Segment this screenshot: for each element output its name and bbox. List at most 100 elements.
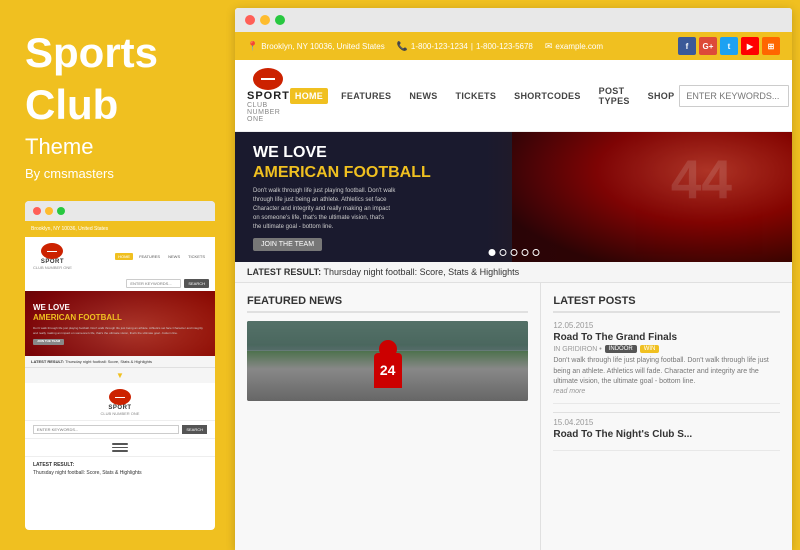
hero-desc: Don't walk through life just playing foo… — [253, 187, 431, 232]
post-1-read-more[interactable]: read more — [553, 388, 780, 395]
site-content: FEATURED NEWS 24 — [235, 283, 792, 550]
mini-topbar-text: Brooklyn, NY 10036, United States — [31, 226, 108, 232]
hamburger-icon[interactable] — [112, 443, 128, 452]
mini-nav-links: HOME FEATURES NEWS TICKETS — [115, 253, 207, 260]
nav-logo: SPORT CLUB NUMBER ONE — [247, 68, 290, 123]
mini-nav-tickets[interactable]: TICKETS — [186, 253, 207, 260]
featured-news-section: FEATURED NEWS 24 — [235, 283, 541, 550]
featured-news-image: 24 — [247, 321, 528, 401]
nav-football-icon — [253, 68, 283, 90]
hero-accent: FOOTBALL — [344, 164, 431, 181]
nav-tickets[interactable]: TICKETS — [451, 88, 502, 104]
post-1-excerpt: Don't walk through life just playing foo… — [553, 356, 780, 388]
post-1-tag-win: WIN — [640, 345, 660, 353]
browser-body: 📍 Brooklyn, NY 10036, United States 📞 1-… — [235, 32, 792, 550]
post-2-title[interactable]: Road To The Night's Club S... — [553, 429, 780, 440]
mini-dropdown-row: ▼ — [25, 368, 215, 383]
topbar-left: 📍 Brooklyn, NY 10036, United States 📞 1-… — [247, 41, 603, 52]
hero-dot-5[interactable] — [532, 249, 539, 256]
googleplus-button[interactable]: G+ — [699, 37, 717, 55]
inner-search-button[interactable]: SEARCH — [182, 425, 207, 434]
nav-logo-sub: CLUB NUMBER ONE — [247, 102, 290, 123]
mini-nav-home[interactable]: HOME — [115, 253, 133, 260]
post-divider — [553, 412, 780, 413]
player-head — [379, 340, 397, 358]
player-body: 24 — [374, 353, 402, 388]
mini-search-row: SEARCH — [25, 276, 215, 291]
main-search-input[interactable] — [679, 85, 789, 107]
phone-icon: 📞 — [397, 41, 408, 52]
hero-player-overlay: 44 — [512, 132, 792, 262]
hamburger-line-1 — [112, 443, 128, 445]
latest-posts-section: LATEST POSTS 12.05.2015 Road To The Gran… — [541, 283, 792, 550]
dropdown-arrow-icon[interactable]: ▼ — [116, 371, 124, 380]
nav-shortcodes[interactable]: SHORTCODES — [509, 88, 586, 104]
latest-result-bar: LATEST RESULT: Thursday night football: … — [235, 262, 792, 283]
hero-player-image: 44 — [512, 132, 792, 262]
hero-dot-4[interactable] — [521, 249, 528, 256]
post-1-tag-indoor: INDOOR — [605, 345, 637, 353]
site-topbar: 📍 Brooklyn, NY 10036, United States 📞 1-… — [235, 32, 792, 60]
mini-logo-sub: CLUB NUMBER ONE — [33, 265, 72, 270]
mini-search-input[interactable] — [126, 279, 181, 288]
email-icon: ✉ — [545, 41, 553, 52]
browser-dot-green — [275, 15, 285, 25]
topbar-email: ✉ example.com — [545, 41, 603, 52]
inner-football-icon — [109, 389, 131, 405]
mini-browser-content: Brooklyn, NY 10036, United States SPORT … — [25, 221, 215, 530]
main-browser: 📍 Brooklyn, NY 10036, United States 📞 1-… — [235, 8, 792, 550]
topbar-social: f G+ t ▶ ⊞ — [678, 37, 780, 55]
site-hero: 44 WE LOVE AMERICAN FOOTBALL Don't walk … — [235, 132, 792, 262]
dot-red-icon — [33, 207, 41, 215]
post-item-1: 12.05.2015 Road To The Grand Finals IN G… — [553, 321, 780, 404]
facebook-button[interactable]: f — [678, 37, 696, 55]
mini-football-icon — [41, 243, 63, 259]
mini-browser-bar — [25, 201, 215, 221]
join-team-button[interactable]: JOIN THE TEAM — [253, 238, 322, 251]
mini-nav-news[interactable]: NEWS — [166, 253, 182, 260]
mini-hamburger-area — [25, 439, 215, 457]
nav-links: HOME FEATURES NEWS TICKETS SHORTCODES PO… — [290, 83, 679, 109]
hero-text-area: WE LOVE AMERICAN FOOTBALL Don't walk thr… — [253, 143, 431, 250]
hero-dot-1[interactable] — [488, 249, 495, 256]
hamburger-line-3 — [112, 450, 128, 452]
post-2-date: 15.04.2015 — [553, 418, 780, 427]
hamburger-line-2 — [112, 447, 128, 449]
rss-button[interactable]: ⊞ — [762, 37, 780, 55]
nav-post-types[interactable]: POST TYPES — [594, 83, 635, 109]
post-1-meta: IN GRIDIRON • INDOOR WIN — [553, 345, 780, 353]
nav-logo-text: SPORT — [247, 90, 290, 102]
featured-player-area: 24 — [247, 321, 528, 401]
twitter-button[interactable]: t — [720, 37, 738, 55]
post-1-title[interactable]: Road To The Grand Finals — [553, 332, 780, 343]
location-icon: 📍 — [247, 41, 258, 52]
left-panel: Sports Club Theme By cmsmasters Brooklyn… — [0, 0, 235, 550]
nav-home[interactable]: HOME — [290, 88, 328, 104]
player-figure: 24 — [374, 335, 402, 388]
youtube-button[interactable]: ▶ — [741, 37, 759, 55]
nav-right: SEARCH 🛒 — [679, 85, 792, 107]
browser-titlebar — [235, 8, 792, 32]
mini-nav-features[interactable]: FEATURES — [137, 253, 162, 260]
inner-search-input[interactable] — [33, 425, 179, 434]
nav-shop[interactable]: SHOP — [643, 88, 680, 104]
nav-news[interactable]: NEWS — [404, 88, 442, 104]
mini-topbar: Brooklyn, NY 10036, United States — [25, 221, 215, 237]
mini-nav: SPORT CLUB NUMBER ONE HOME FEATURES NEWS… — [25, 237, 215, 276]
hero-title-line2: AMERICAN FOOTBALL — [253, 163, 431, 182]
mini-search-button[interactable]: SEARCH — [184, 279, 209, 288]
hero-dot-2[interactable] — [499, 249, 506, 256]
mini-hero: WE LOVE AMERICAN FOOTBALL Don't walk thr… — [25, 291, 215, 356]
browser-dot-red — [245, 15, 255, 25]
browser-dot-yellow — [260, 15, 270, 25]
player-jersey-number: 24 — [380, 362, 396, 378]
nav-features[interactable]: FEATURES — [336, 88, 396, 104]
hero-dots — [488, 249, 539, 256]
inner-latest-result: LATEST RESULT: Thursday night football: … — [25, 457, 215, 481]
mini-browser: Brooklyn, NY 10036, United States SPORT … — [25, 201, 215, 530]
latest-posts-title: LATEST POSTS — [553, 295, 780, 313]
dot-yellow-icon — [45, 207, 53, 215]
post-item-2: 15.04.2015 Road To The Night's Club S... — [553, 418, 780, 451]
mini-join-button[interactable]: JOIN THE TEAM — [33, 339, 64, 345]
hero-dot-3[interactable] — [510, 249, 517, 256]
